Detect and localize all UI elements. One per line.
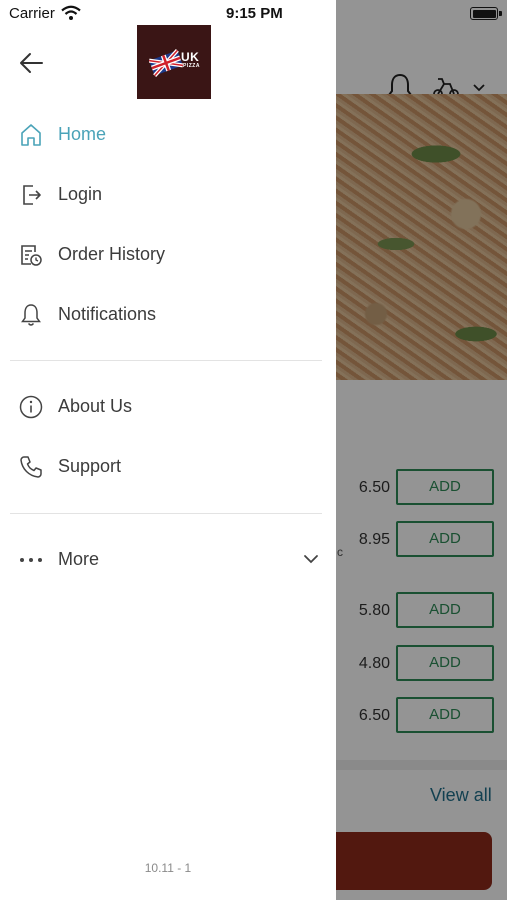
menu-item-login[interactable]: Login xyxy=(0,170,336,220)
more-dots-icon xyxy=(20,558,42,562)
logo-subtext: PIZZA xyxy=(183,63,200,69)
order-history-icon xyxy=(21,245,42,266)
drawer-status-bar: Carrier 9:15 PM xyxy=(0,0,507,28)
info-icon xyxy=(19,395,43,419)
menu-label: Home xyxy=(58,124,107,144)
menu-label: Notifications xyxy=(58,304,157,324)
carrier-label: Carrier xyxy=(9,5,55,22)
menu-divider xyxy=(10,360,322,361)
menu-label: About Us xyxy=(58,396,133,416)
menu-item-notifications[interactable]: Notifications xyxy=(0,290,336,340)
app-version: 10.11 - 1 xyxy=(144,861,192,875)
menu-label: Order History xyxy=(58,244,166,264)
menu-label: Login xyxy=(58,184,103,204)
menu-item-order-history[interactable]: Order History xyxy=(0,230,336,280)
union-jack-icon xyxy=(149,49,183,77)
menu-divider xyxy=(10,513,322,514)
chevron-down-icon xyxy=(304,555,318,564)
brand-logo: UK PIZZA xyxy=(137,25,211,99)
home-icon xyxy=(21,124,41,146)
login-icon xyxy=(23,185,41,205)
back-arrow-icon[interactable] xyxy=(16,48,48,78)
wifi-icon xyxy=(61,5,81,20)
menu-item-support[interactable]: Support xyxy=(0,442,336,492)
menu-label: Support xyxy=(58,456,122,476)
navigation-drawer: Carrier 9:15 PM UK PIZZA Home Login Orde… xyxy=(0,0,336,900)
menu-item-about-us[interactable]: About Us xyxy=(0,382,336,432)
logo-text: UK xyxy=(181,50,200,64)
menu-label: More xyxy=(58,549,100,569)
status-time: 9:15 PM xyxy=(226,5,283,22)
menu-item-more[interactable]: More xyxy=(0,535,336,585)
bell-icon xyxy=(21,304,41,326)
menu-item-home[interactable]: Home xyxy=(0,110,336,160)
phone-icon xyxy=(20,456,42,478)
